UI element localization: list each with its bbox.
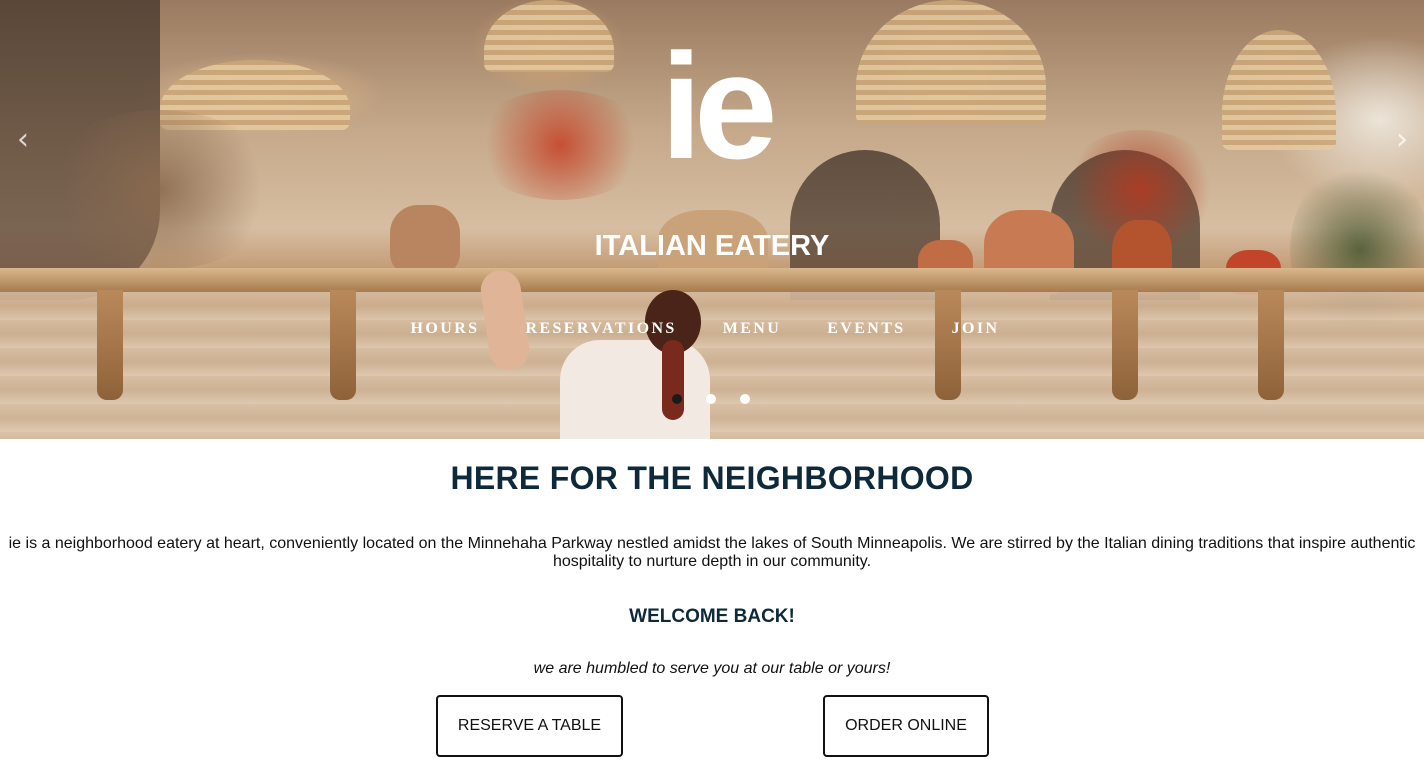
brand-logo[interactable]: ie — [640, 31, 790, 181]
section-headline: HERE FOR THE NEIGHBORHOOD — [450, 460, 974, 496]
hero-photo-bracket — [330, 290, 356, 400]
hero-banner: ie ITALIAN EATERY HOURS RESERVATIONS MEN… — [0, 0, 1424, 439]
carousel-prev-arrow-icon[interactable]: ‹ — [11, 125, 35, 156]
carousel-next-arrow-icon[interactable]: › — [1390, 125, 1414, 156]
welcome-heading: WELCOME BACK! — [629, 606, 795, 627]
intro-paragraph: ie is a neighborhood eatery at heart, co… — [8, 535, 1416, 570]
hero-photo-bracket — [935, 290, 961, 400]
nav-link-join[interactable]: JOIN — [950, 320, 1000, 338]
tagline-text: we are humbled to serve you at our table… — [533, 660, 891, 677]
hero-photo-bracket — [97, 290, 123, 400]
hero-photo-wall — [0, 292, 1424, 439]
nav-link-events[interactable]: EVENTS — [825, 320, 905, 338]
hero-photo-shelf — [0, 268, 1424, 292]
carousel-indicators — [672, 394, 750, 404]
nav-link-hours[interactable]: HOURS — [409, 320, 480, 338]
hero-photo-bracket — [1258, 290, 1284, 400]
carousel-dot-2[interactable] — [706, 394, 716, 404]
carousel-dot-3[interactable] — [740, 394, 750, 404]
order-online-button[interactable]: ORDER ONLINE — [823, 695, 989, 757]
carousel-dot-1[interactable] — [672, 394, 682, 404]
hero-photo-bracket — [1112, 290, 1138, 400]
hero-photo-lamp — [484, 0, 614, 72]
reserve-table-button[interactable]: RESERVE A TABLE — [436, 695, 623, 757]
hero-photo-person — [478, 267, 710, 439]
hero-photo-lamp — [856, 0, 1046, 124]
nav-link-reservations[interactable]: RESERVATIONS — [523, 320, 676, 338]
brand-subtitle: ITALIAN EATERY — [594, 230, 830, 262]
hero-photo-flowers — [470, 90, 650, 200]
main-nav: HOURS RESERVATIONS MENU EVENTS JOIN — [0, 320, 1424, 338]
nav-link-menu[interactable]: MENU — [721, 320, 781, 338]
hero-photo-lamp — [1222, 30, 1336, 150]
